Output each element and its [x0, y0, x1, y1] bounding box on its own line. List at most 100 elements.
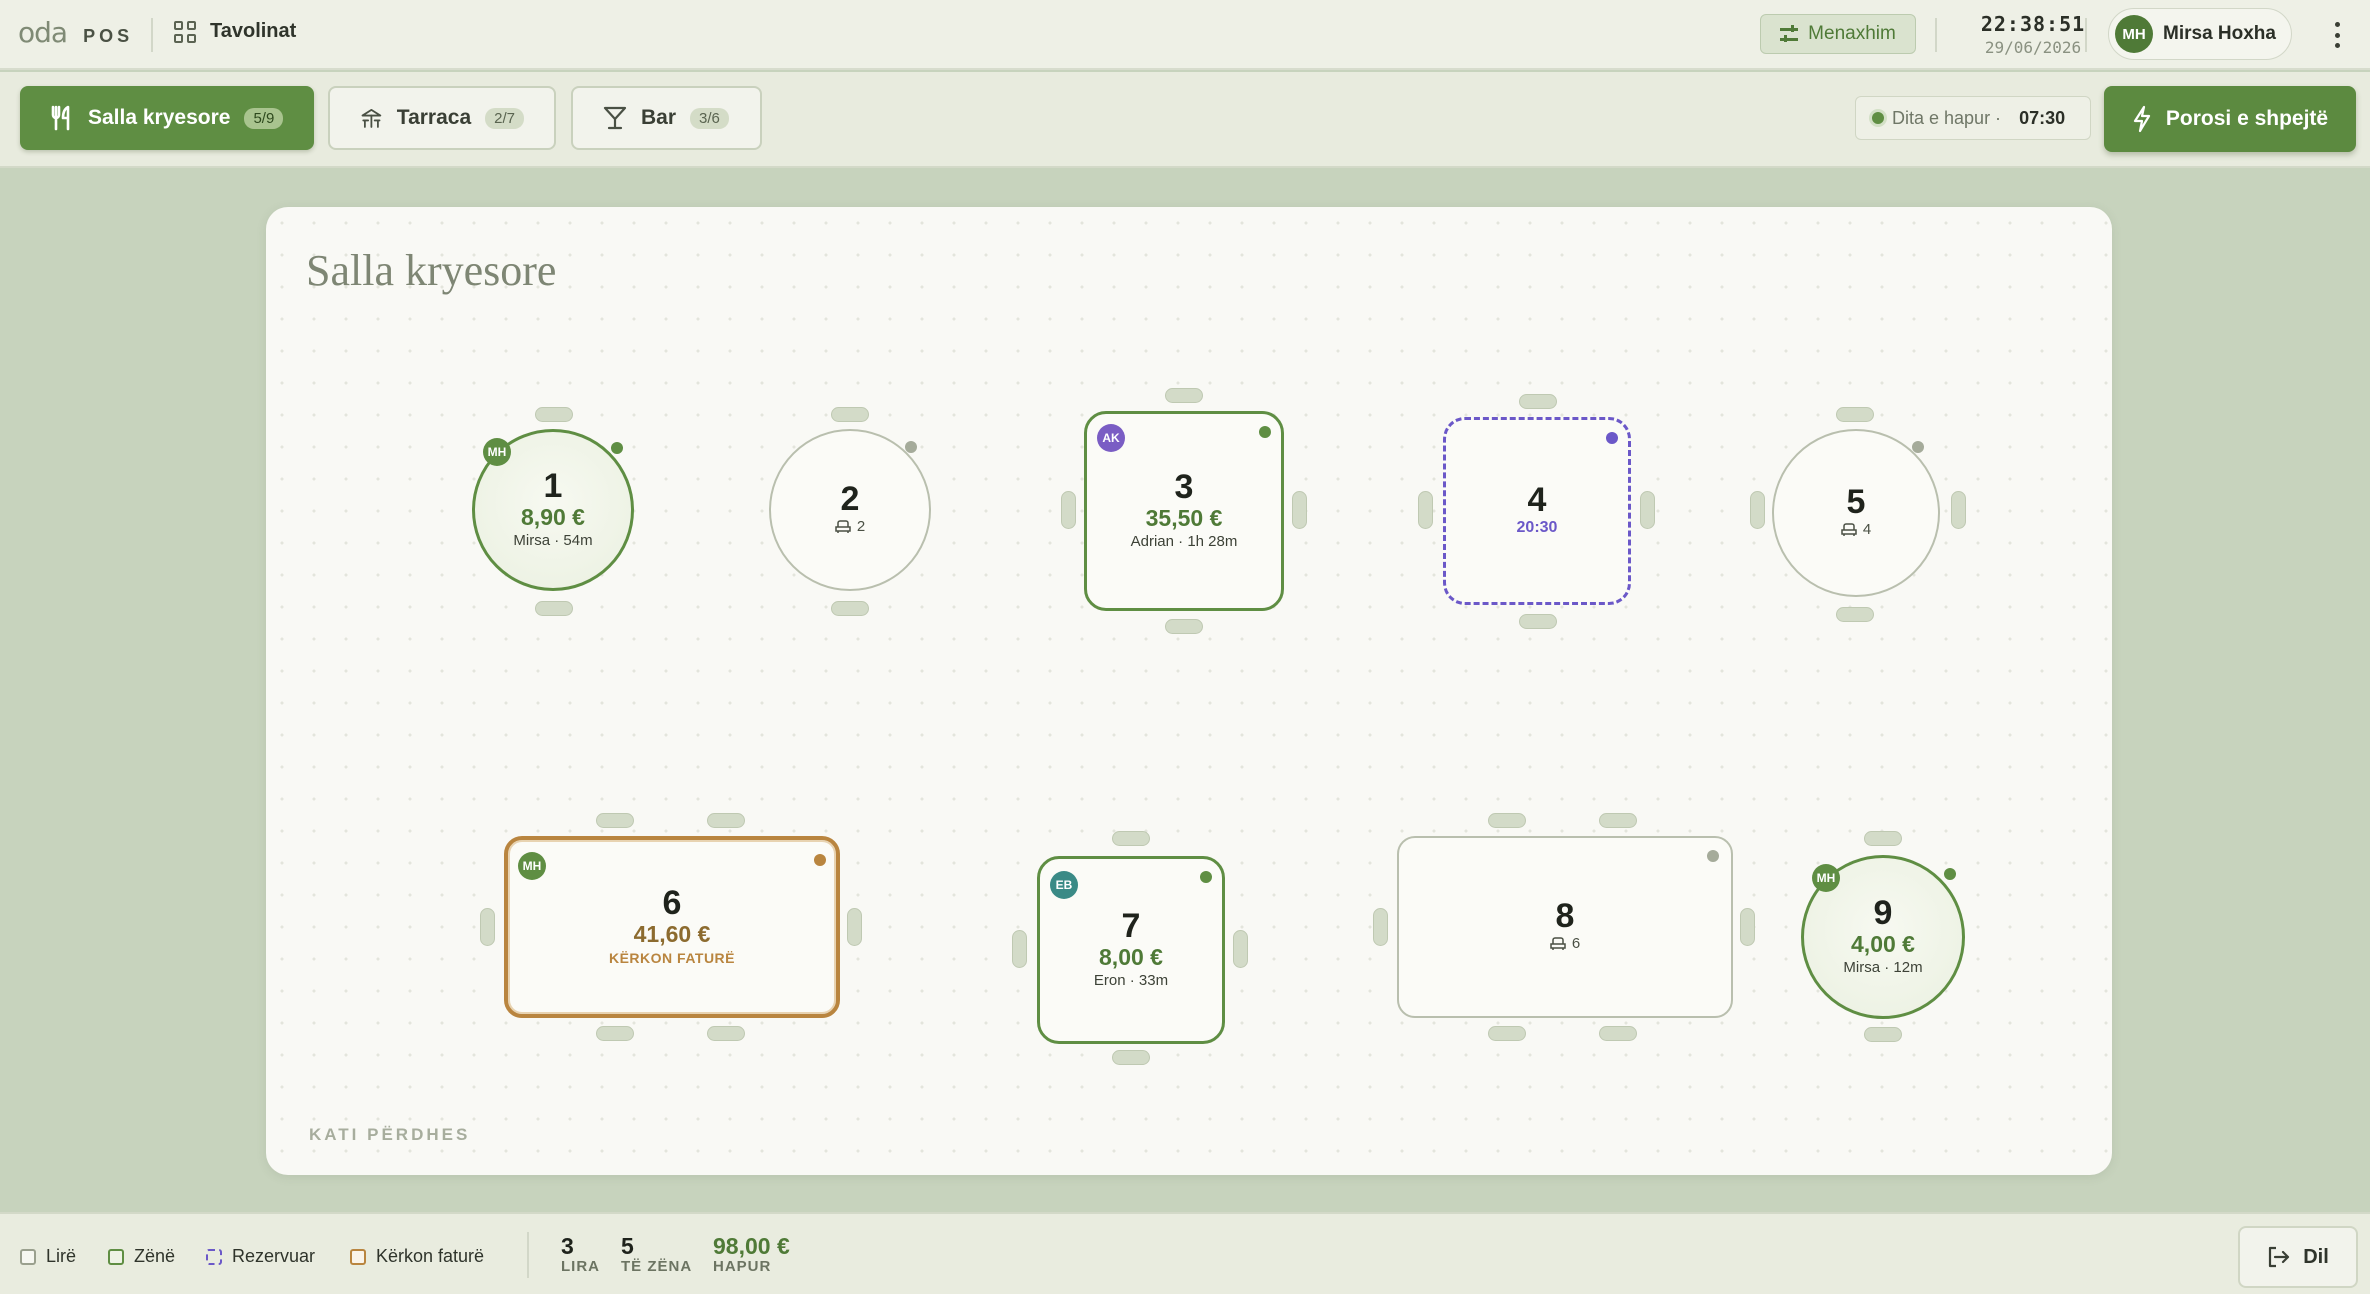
chair: [1740, 908, 1755, 946]
terrace-icon: [361, 108, 382, 128]
logo-mark: oda: [18, 16, 68, 49]
tab-count-badge: 3/6: [690, 107, 729, 129]
exit-button[interactable]: Dil: [2238, 1226, 2358, 1288]
status-dot-icon: [1872, 112, 1884, 124]
chair: [1292, 491, 1307, 529]
day-status-label: Dita e hapur ·: [1892, 107, 2002, 128]
table-detail: Mirsa · 12m: [1843, 959, 1923, 976]
table-number: 1: [543, 467, 563, 505]
quick-order-label: Porosi e shpejtë: [2165, 107, 2329, 130]
chair: [1640, 491, 1655, 529]
chair: [1012, 930, 1027, 968]
table-seats: 4: [1841, 519, 1871, 541]
legend-occupied: Zënë: [108, 1246, 175, 1267]
table-number: 9: [1873, 894, 1893, 932]
avatar: MH: [2115, 15, 2153, 53]
manage-label: Menaxhim: [1808, 23, 1896, 44]
chair: [1488, 1026, 1526, 1041]
chair: [596, 1026, 634, 1041]
status-dot: [814, 854, 826, 866]
table-amount: 41,60 €: [633, 921, 711, 947]
chair: [535, 407, 573, 422]
chair: [1750, 491, 1765, 529]
table-amount: 8,90 €: [521, 504, 585, 530]
chair: [847, 908, 862, 946]
status-dot: [1944, 868, 1956, 880]
tab-tarraca[interactable]: Tarraca 2/7: [328, 86, 556, 150]
table-detail: Adrian · 1h 28m: [1130, 533, 1238, 550]
status-dot: [1707, 850, 1719, 862]
floor-level-label: KATI PËRDHES: [309, 1125, 471, 1144]
table-5[interactable]: 5 4: [1772, 429, 1940, 597]
floor-plan: Salla kryesore MH 1 8,90 € Mirsa · 54m 2…: [266, 207, 2112, 1175]
quick-order-button[interactable]: Porosi e shpejtë: [2104, 86, 2356, 152]
legend-reserved: Rezervuar: [206, 1246, 315, 1267]
legend-label: Lirë: [46, 1246, 77, 1266]
stat-value: 98,00 €: [713, 1233, 790, 1259]
status-dot: [1259, 426, 1271, 438]
tab-count-badge: 2/7: [485, 107, 524, 129]
table-7[interactable]: EB 7 8,00 € Eron · 33m: [1037, 856, 1225, 1044]
legend-bill-requested: Kërkon faturë: [350, 1246, 484, 1267]
table-number: 8: [1555, 897, 1575, 935]
chair: [1233, 930, 1248, 968]
table-4[interactable]: 4 20:30: [1443, 417, 1631, 605]
chair: [1165, 388, 1203, 403]
stat-value: 3: [561, 1233, 574, 1259]
table-number: 3: [1174, 468, 1194, 506]
table-9[interactable]: MH 9 4,00 € Mirsa · 12m: [1801, 855, 1965, 1019]
stat-label: HAPUR: [713, 1258, 772, 1275]
table-amount: 35,50 €: [1145, 505, 1223, 531]
legend-free: Lirë: [20, 1246, 76, 1267]
chair: [1418, 491, 1433, 529]
chair: [831, 407, 869, 422]
status-dot: [611, 442, 623, 454]
more-options-icon[interactable]: [2334, 22, 2340, 48]
table-1[interactable]: MH 1 8,90 € Mirsa · 54m: [472, 429, 634, 591]
legend-swatch: [206, 1248, 222, 1265]
table-detail: Eron · 33m: [1093, 972, 1169, 989]
stat-label: LIRA: [561, 1258, 600, 1275]
tab-salla-kryesore[interactable]: Salla kryesore 5/9: [20, 86, 314, 150]
seat-icon: [1550, 937, 1566, 950]
section-title: Tavolinat: [210, 20, 297, 42]
table-8[interactable]: 8 6: [1397, 836, 1733, 1018]
seat-icon: [1841, 523, 1857, 536]
reservation-time: 20:30: [1516, 519, 1558, 536]
lightning-icon: [2133, 105, 2150, 133]
tab-label: Tarraca: [396, 106, 472, 129]
table-amount: 4,00 €: [1851, 931, 1915, 957]
waiter-avatar: AK: [1097, 424, 1125, 452]
table-number: 7: [1121, 907, 1141, 945]
logo-text: POS: [83, 26, 134, 46]
legend-label: Zënë: [134, 1246, 176, 1266]
table-2[interactable]: 2 2: [769, 429, 931, 591]
chair: [1836, 607, 1874, 622]
table-seats: 6: [1550, 933, 1580, 955]
table-number: 5: [1846, 483, 1866, 521]
table-6[interactable]: MH 6 41,60 € KËRKON FATURË: [504, 836, 840, 1018]
chair: [1836, 407, 1874, 422]
manage-button[interactable]: Menaxhim: [1760, 14, 1916, 54]
seat-count: 2: [856, 518, 866, 535]
chair: [831, 601, 869, 616]
waiter-avatar: MH: [518, 852, 546, 880]
tab-label: Bar: [641, 106, 677, 129]
stat-free: 3 LIRA: [561, 1234, 600, 1275]
chair: [1373, 908, 1388, 946]
chair: [1488, 813, 1526, 828]
seat-count: 4: [1862, 521, 1872, 538]
app-logo[interactable]: oda POS: [18, 19, 133, 47]
tab-bar[interactable]: Bar 3/6: [571, 86, 762, 150]
seat-count: 6: [1571, 935, 1581, 952]
user-menu[interactable]: MH Mirsa Hoxha: [2108, 8, 2292, 60]
table-number: 4: [1527, 481, 1547, 519]
chair: [1112, 831, 1150, 846]
chair: [1951, 491, 1966, 529]
divider: [1935, 18, 1937, 52]
waiter-avatar: EB: [1050, 871, 1078, 899]
chair: [1864, 831, 1902, 846]
table-3[interactable]: AK 3 35,50 € Adrian · 1h 28m: [1084, 411, 1284, 611]
tables-nav[interactable]: Tavolinat: [174, 20, 296, 43]
table-seats: 2: [835, 516, 865, 538]
